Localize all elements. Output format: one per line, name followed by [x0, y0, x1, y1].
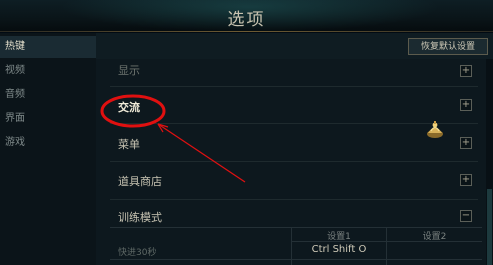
section-divider — [110, 199, 478, 200]
section-display-label[interactable]: 显示 — [118, 62, 140, 78]
golden-ward-icon — [427, 121, 443, 138]
title-divider — [0, 31, 493, 32]
sidebar-item-interface[interactable]: 界面 — [0, 108, 96, 130]
section-divider — [110, 123, 478, 124]
table-header-rule — [291, 241, 482, 242]
restore-defaults-button[interactable]: 恢复默认设置 — [408, 38, 488, 55]
table-top-rule — [110, 227, 482, 228]
options-window: 选项 热键 视频 音频 界面 游戏 恢复默认设置 显示 + 交流 + 菜单 + … — [0, 0, 493, 265]
section-communication-label[interactable]: 交流 — [118, 99, 140, 115]
section-divider — [110, 161, 478, 162]
section-practice-mode-collapse-icon[interactable]: − — [460, 210, 472, 222]
section-menu-expand-icon[interactable]: + — [460, 137, 472, 149]
section-item-shop-label[interactable]: 道具商店 — [118, 173, 162, 189]
title-bar: 选项 — [0, 0, 493, 32]
sidebar-item-hotkeys[interactable]: 热键 — [0, 36, 96, 58]
section-item-shop-expand-icon[interactable]: + — [460, 174, 472, 186]
table-row-setting1[interactable]: Ctrl Shift O — [292, 244, 386, 255]
scrollbar[interactable] — [486, 59, 493, 265]
sidebar: 热键 视频 音频 界面 游戏 — [0, 33, 96, 265]
scrollbar-thumb[interactable] — [487, 189, 492, 265]
table-row-action: 快进30秒 — [118, 248, 157, 258]
section-display-expand-icon[interactable]: + — [460, 65, 472, 77]
section-communication-expand-icon[interactable]: + — [460, 99, 472, 111]
sidebar-item-audio[interactable]: 音频 — [0, 84, 96, 106]
table-row-rule — [110, 259, 482, 260]
section-practice-mode-label[interactable]: 训练模式 — [118, 209, 162, 225]
section-menu-label[interactable]: 菜单 — [118, 136, 140, 152]
window-title: 选项 — [227, 10, 266, 30]
sidebar-item-video[interactable]: 视频 — [0, 60, 96, 82]
section-divider — [110, 86, 478, 87]
sidebar-item-game[interactable]: 游戏 — [0, 132, 96, 154]
table-row-setting2[interactable] — [387, 244, 482, 258]
